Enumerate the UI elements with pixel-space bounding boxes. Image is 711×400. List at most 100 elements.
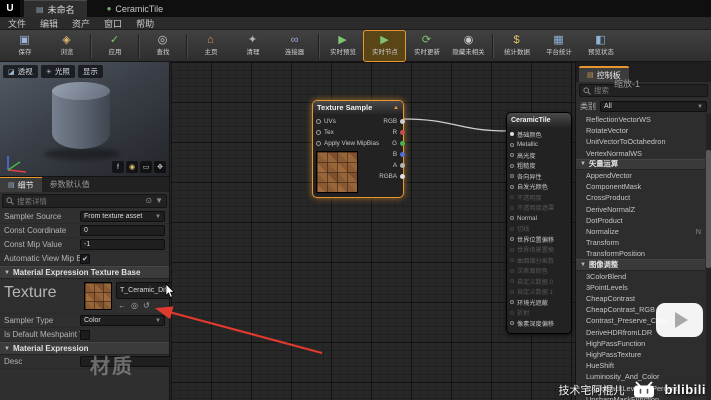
show-dropdown[interactable]: 显示: [78, 65, 103, 78]
section-material-expression-texture-base[interactable]: ▼ Material Expression Texture Base: [0, 266, 169, 279]
stats-button[interactable]: $ 统计数据: [496, 31, 537, 61]
palette-item[interactable]: TransformPosition: [576, 248, 705, 259]
input-pin-apply-view-mipbias[interactable]: [316, 141, 321, 146]
pin-specular[interactable]: [510, 153, 514, 157]
input-pin-uvs[interactable]: [316, 119, 321, 124]
palette-category-dropdown[interactable]: All▼: [600, 101, 707, 112]
screenshot-button[interactable]: ▭: [140, 161, 152, 173]
palette-category-vector-ops[interactable]: ▼矢量运算: [576, 159, 705, 170]
menu-asset[interactable]: 资产: [72, 17, 90, 30]
pin-world-displacement[interactable]: [510, 248, 514, 252]
pin-world-position-offset[interactable]: [510, 237, 514, 241]
automatic-view-mip-bias-checkbox[interactable]: [80, 254, 90, 264]
lit-mode-dropdown[interactable]: ☀ 光照: [41, 65, 75, 78]
pin-tangent[interactable]: [510, 227, 514, 231]
input-pin-tex[interactable]: [316, 130, 321, 135]
palette-item[interactable]: DotProduct: [576, 215, 705, 226]
pin-roughness[interactable]: [510, 164, 514, 168]
output-pin-b[interactable]: [400, 152, 405, 157]
filter-icon[interactable]: ▼: [155, 197, 163, 205]
pin-refraction[interactable]: [510, 311, 514, 315]
realtime-toggle-button[interactable]: ◉: [126, 161, 138, 173]
palette-item[interactable]: UnitVectorToOctahedron: [576, 136, 705, 147]
reset-asset-icon[interactable]: ↺: [143, 301, 150, 310]
palette-item-normalize[interactable]: NormalizeN: [576, 226, 705, 237]
palette-search-input[interactable]: [594, 86, 704, 95]
clean-graph-button[interactable]: ✦ 清理: [232, 31, 273, 61]
texture-sample-node[interactable]: Texture Sample ▲ UVs Tex Apply View MipB…: [312, 100, 404, 198]
pin-normal[interactable]: [510, 216, 514, 220]
focus-button[interactable]: f: [112, 161, 124, 173]
details-search-input[interactable]: [17, 197, 142, 206]
menu-edit[interactable]: 编辑: [40, 17, 58, 30]
output-pin-rgba[interactable]: [400, 174, 405, 179]
palette-item[interactable]: DeriveNormalZ: [576, 204, 705, 215]
save-button[interactable]: ▣ 保存: [4, 31, 45, 61]
connectors-button[interactable]: ∞ 连接器: [274, 31, 315, 61]
pin-custom-data-1[interactable]: [510, 290, 514, 294]
platform-stats-button[interactable]: ▦ 平台统计: [538, 31, 579, 61]
output-pin-rgb[interactable]: [400, 119, 405, 124]
section-material-expression[interactable]: ▼ Material Expression: [0, 342, 169, 355]
desc-input[interactable]: [80, 356, 179, 367]
menu-window[interactable]: 窗口: [104, 17, 122, 30]
pin-custom-data-0[interactable]: [510, 279, 514, 283]
palette-item[interactable]: RotateVector: [576, 125, 705, 136]
palette-item[interactable]: HueShift: [576, 360, 705, 371]
palette-item[interactable]: CrossProduct: [576, 192, 705, 203]
palette-item[interactable]: 3ColorBlend: [576, 271, 705, 282]
texture-thumbnail[interactable]: [84, 282, 112, 310]
eye-icon[interactable]: ⊙: [145, 197, 152, 205]
const-coordinate-input[interactable]: 0: [80, 225, 165, 236]
output-pin-r[interactable]: [400, 130, 405, 135]
pin-ambient-occlusion[interactable]: [510, 300, 514, 304]
pin-subsurface-color[interactable]: [510, 269, 514, 273]
hide-unrelated-button[interactable]: ◉ 隐藏未相关: [448, 31, 489, 61]
use-selected-asset-icon[interactable]: ←: [118, 301, 126, 310]
sampler-type-dropdown[interactable]: Color▼: [80, 315, 165, 326]
menu-help[interactable]: 帮助: [136, 17, 154, 30]
material-result-node[interactable]: CeramicTile 基础颜色 Metallic 高光度 粗糙度 各向异性 自…: [506, 112, 572, 334]
live-preview-button[interactable]: ▶ 实时预览: [322, 31, 363, 61]
pin-anisotropy[interactable]: [510, 174, 514, 178]
palette-item[interactable]: ReflectionVectorWS: [576, 114, 705, 125]
palette-item[interactable]: HighPassFunction: [576, 338, 705, 349]
home-button[interactable]: ⌂ 主页: [190, 31, 231, 61]
live-update-button[interactable]: ⟳ 实时更新: [406, 31, 447, 61]
menu-file[interactable]: 文件: [8, 17, 26, 30]
search-button[interactable]: ◎ 查找: [142, 31, 183, 61]
pin-metallic[interactable]: [510, 143, 514, 147]
level-tab-untitled[interactable]: ▤ 未命名: [24, 0, 87, 17]
pin-pixel-depth-offset[interactable]: [510, 321, 514, 325]
viewport-options-button[interactable]: ✥: [154, 161, 166, 173]
palette-item[interactable]: VertexNormalWS: [576, 148, 705, 159]
unreal-logo-icon[interactable]: U: [0, 0, 20, 17]
browse-button[interactable]: ◈ 浏览: [46, 31, 87, 61]
const-mip-value-input[interactable]: -1: [80, 239, 165, 250]
preview-viewport[interactable]: ◪ 透视 ☀ 光照 显示 f ◉ ▭ ✥: [0, 62, 170, 176]
output-pin-g[interactable]: [400, 141, 405, 146]
pin-emissive-color[interactable]: [510, 185, 514, 189]
palette-item[interactable]: ComponentMask: [576, 181, 705, 192]
pin-opacity-mask[interactable]: [510, 206, 514, 210]
texture-sample-node-header[interactable]: Texture Sample ▲: [313, 101, 403, 114]
palette-scrollbar[interactable]: [706, 114, 711, 400]
palette-item[interactable]: AppendVector: [576, 170, 705, 181]
material-graph-canvas[interactable]: Texture Sample ▲ UVs Tex Apply View MipB…: [171, 62, 575, 400]
pin-opacity[interactable]: [510, 195, 514, 199]
live-nodes-button[interactable]: ▶ 实时节点: [364, 31, 405, 61]
pin-tessellation-multiplier[interactable]: [510, 258, 514, 262]
palette-item[interactable]: Transform: [576, 237, 705, 248]
preview-state-button[interactable]: ◧ 预览状态: [580, 31, 621, 61]
palette-item[interactable]: 3PointLevels: [576, 282, 705, 293]
output-pin-a[interactable]: [400, 163, 405, 168]
is-default-meshpaint-checkbox[interactable]: [80, 330, 90, 340]
browse-to-asset-icon[interactable]: ◎: [131, 301, 138, 310]
pin-base-color[interactable]: [510, 132, 514, 136]
material-result-node-header[interactable]: CeramicTile: [507, 113, 571, 127]
palette-category-image-adjustment[interactable]: ▼图像调整: [576, 259, 705, 270]
perspective-dropdown[interactable]: ◪ 透视: [3, 65, 38, 78]
scrollbar-thumb[interactable]: [706, 150, 711, 268]
tab-parameter-defaults[interactable]: 参数默认值: [42, 177, 98, 192]
apply-button[interactable]: ✓ 应用: [94, 31, 135, 61]
